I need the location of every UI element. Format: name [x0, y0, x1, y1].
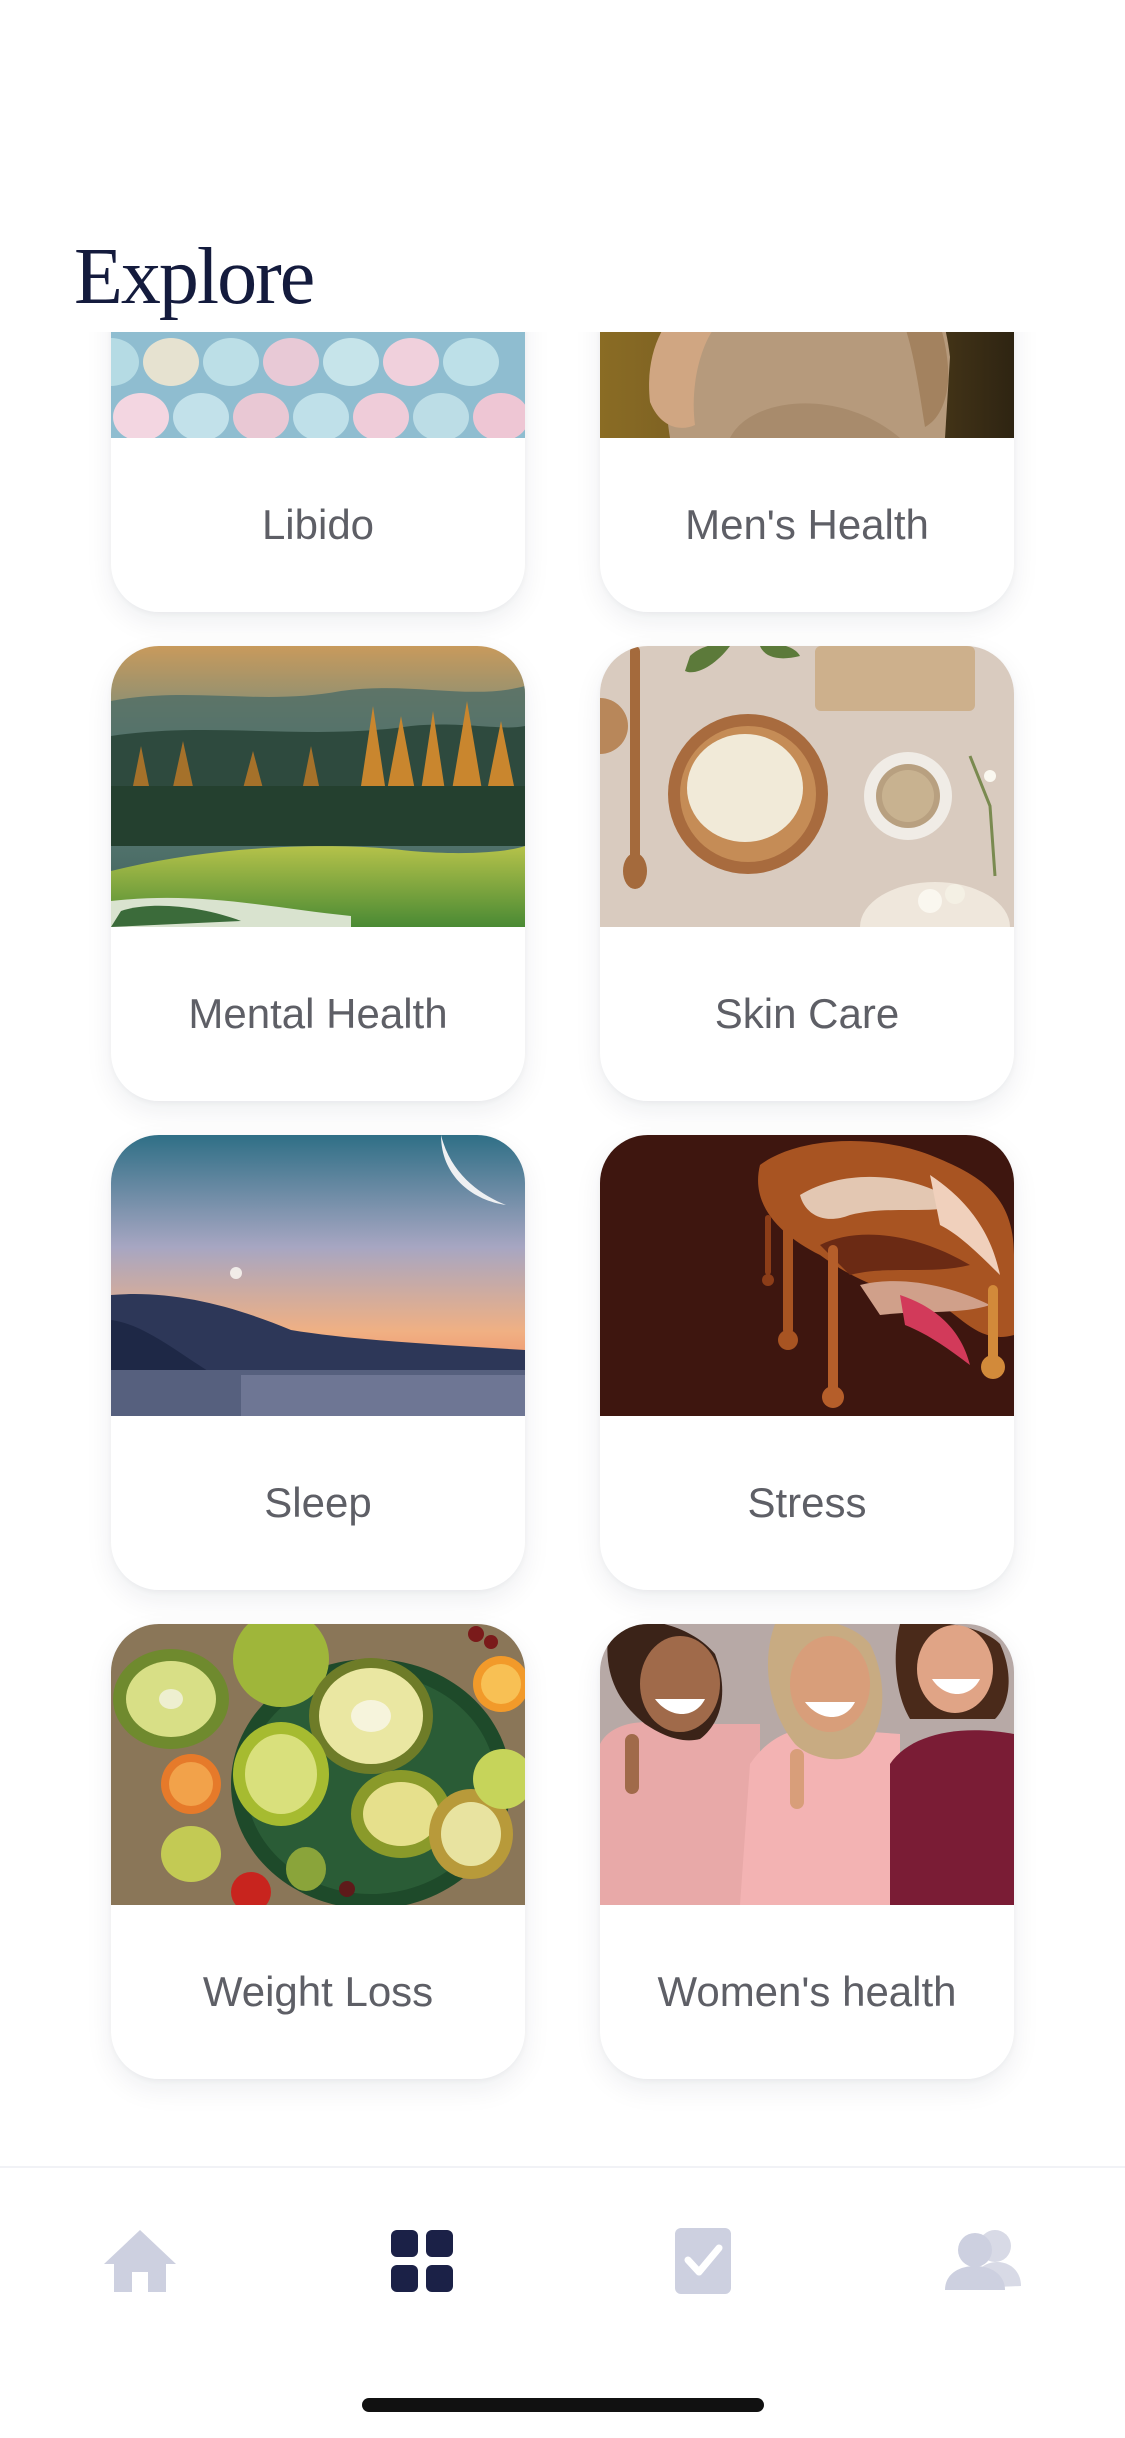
home-indicator — [362, 2398, 764, 2412]
page-title: Explore — [74, 233, 315, 321]
skin-care-image — [600, 646, 1014, 927]
tab-explore[interactable] — [352, 2208, 492, 2318]
libido-image — [111, 332, 525, 438]
people-icon — [943, 2228, 1023, 2299]
category-card-weight-loss[interactable]: Weight Loss — [111, 1624, 525, 2079]
category-card-sleep[interactable]: Sleep — [111, 1135, 525, 1590]
mens-health-image — [600, 332, 1014, 438]
tab-home[interactable] — [70, 2208, 210, 2318]
womens-health-image — [600, 1624, 1014, 1905]
card-label: Stress — [747, 1479, 867, 1526]
card-label: Libido — [261, 501, 375, 548]
category-card-skin-care[interactable]: Skin Care — [600, 646, 1014, 1101]
card-label: Sleep — [264, 1479, 372, 1526]
category-card-mental-health[interactable]: Mental Health — [111, 646, 525, 1101]
category-card-womens-health[interactable]: Women's health — [600, 1624, 1014, 2079]
mental-health-image — [111, 646, 525, 927]
tab-community[interactable] — [913, 2208, 1053, 2318]
card-label: Skin Care — [714, 990, 900, 1037]
card-label: Men's Health — [685, 501, 929, 548]
grid-icon — [389, 2228, 455, 2299]
sleep-image — [111, 1135, 525, 1416]
category-card-stress[interactable]: Stress — [600, 1135, 1014, 1590]
card-label: Weight Loss — [202, 1968, 434, 2015]
card-label: Women's health — [657, 1968, 957, 2015]
weight-loss-image — [111, 1624, 525, 1905]
category-card-mens-health[interactable]: Men's Health — [600, 332, 1014, 612]
category-card-libido[interactable]: Libido — [111, 332, 525, 612]
card-label: Mental Health — [188, 990, 448, 1037]
stress-image — [600, 1135, 1014, 1416]
category-grid[interactable]: Libido Men's Health Mental Health Skin C… — [0, 332, 1125, 2167]
tab-tasks[interactable] — [633, 2208, 773, 2318]
checkbox-icon — [673, 2226, 733, 2301]
home-icon — [100, 2226, 180, 2301]
